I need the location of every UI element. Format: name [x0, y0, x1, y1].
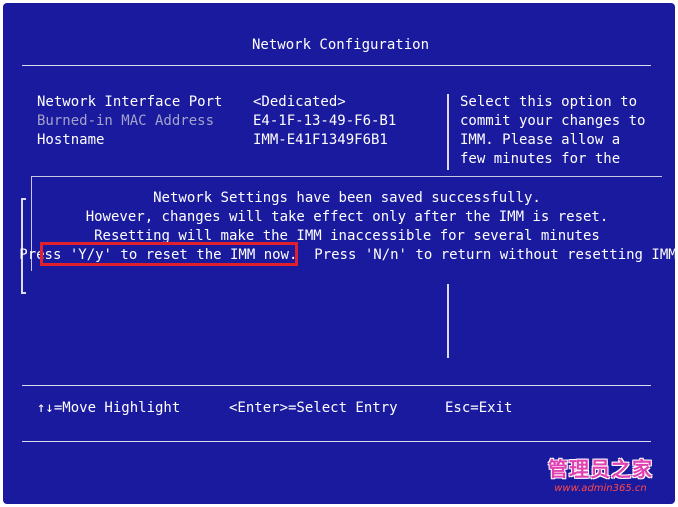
highlight-annotation-box: [40, 242, 298, 266]
help-text-line: Select this option to: [460, 94, 638, 110]
help-text-line: commit your changes to: [460, 113, 646, 129]
setting-label-interface-port[interactable]: Network Interface Port: [37, 93, 222, 111]
dialog-message-saved: Network Settings have been saved success…: [153, 190, 541, 206]
page-title: Network Configuration: [252, 37, 430, 53]
footer-exit: Esc=Exit: [445, 400, 513, 416]
watermark-logo: 管理员之家 www.admin365.cn: [548, 453, 653, 494]
footer-top-divider: [22, 385, 651, 386]
help-panel-divider-lower: [447, 284, 449, 358]
footer-move-highlight: ↑↓=Move Highlight: [37, 400, 181, 416]
setting-value-mac-address: E4-1F-13-49-F6-B1: [253, 113, 397, 129]
setting-label-hostname[interactable]: Hostname: [37, 131, 104, 149]
setting-value-hostname[interactable]: IMM-E41F1349F6B1: [253, 131, 388, 149]
bios-screen: Network Configuration Network Interface …: [3, 3, 675, 504]
watermark-url: www.admin365.cn: [554, 483, 647, 494]
help-text-line: IMM. Please allow a: [460, 132, 621, 148]
help-text-line: few minutes for the: [460, 151, 621, 167]
dialog-message-reset-note: However, changes will take effect only a…: [85, 209, 609, 225]
footer-bottom-divider: [22, 441, 651, 442]
footer-select-entry: <Enter>=Select Entry: [229, 400, 398, 416]
help-panel-divider: [447, 94, 449, 170]
setting-label-mac-address: Burned-in MAC Address: [37, 113, 215, 129]
watermark-main-text: 管理员之家: [548, 457, 653, 481]
top-divider: [22, 65, 651, 66]
setting-value-interface-port[interactable]: <Dedicated>: [253, 93, 346, 111]
